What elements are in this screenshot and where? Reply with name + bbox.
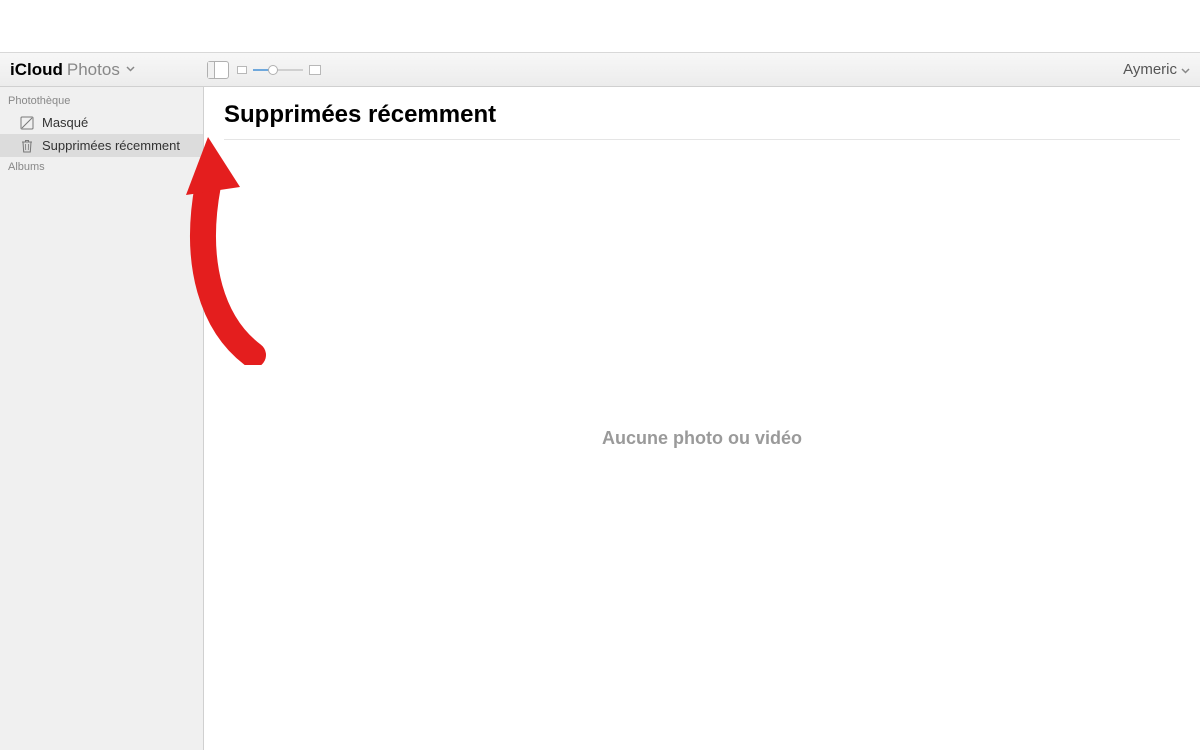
- sidebar-item-label: Supprimées récemment: [42, 138, 180, 153]
- trash-icon: [20, 139, 34, 153]
- zoom-slider-thumb[interactable]: [268, 65, 278, 75]
- hidden-icon: [20, 116, 34, 130]
- zoom-out-icon[interactable]: [237, 66, 247, 74]
- header-left: iCloud Photos: [10, 60, 321, 80]
- zoom-slider[interactable]: [253, 69, 303, 71]
- user-menu[interactable]: Aymeric: [1123, 61, 1190, 78]
- sidebar: Photothèque Masqué Sup: [0, 87, 204, 750]
- sidebar-item-recently-deleted[interactable]: Supprimées récemment: [0, 134, 203, 157]
- app-title-dropdown[interactable]: iCloud Photos: [10, 60, 135, 80]
- content-body: Aucune photo ou vidéo: [224, 140, 1180, 736]
- empty-state-message: Aucune photo ou vidéo: [602, 428, 802, 449]
- brand-label: iCloud: [10, 60, 63, 80]
- user-name-label: Aymeric: [1123, 61, 1177, 78]
- sidebar-item-label: Masqué: [42, 115, 88, 130]
- sidebar-toggle-button[interactable]: [207, 61, 229, 79]
- zoom-control: [237, 65, 321, 75]
- main-area: Photothèque Masqué Sup: [0, 87, 1200, 750]
- sidebar-section-header: Photothèque: [0, 91, 203, 111]
- chevron-down-icon: [1181, 61, 1190, 78]
- zoom-in-icon[interactable]: [309, 65, 321, 75]
- toolbar-controls: [207, 61, 321, 79]
- sidebar-item-hidden[interactable]: Masqué: [0, 111, 203, 134]
- chevron-down-icon: [126, 64, 135, 75]
- page-title: Supprimées récemment: [224, 101, 1180, 140]
- header-bar: iCloud Photos Aymeric: [0, 52, 1200, 87]
- content-area: Supprimées récemment Aucune photo ou vid…: [204, 87, 1200, 750]
- sidebar-section-header: Albums: [0, 157, 203, 177]
- section-label: Photos: [67, 60, 120, 80]
- top-spacer: [0, 0, 1200, 52]
